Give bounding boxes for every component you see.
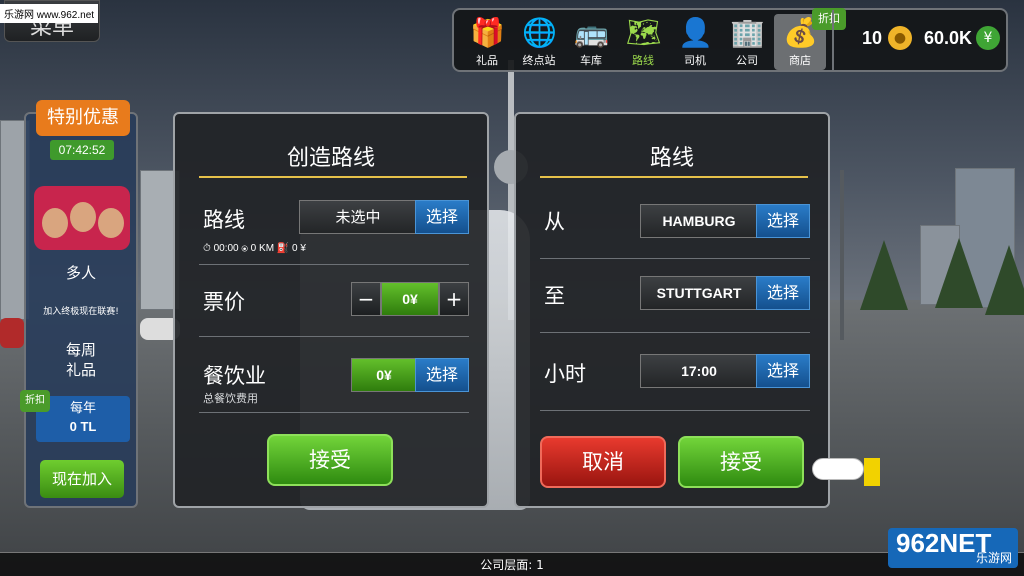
ticket-price-value: 0¥ xyxy=(381,282,439,316)
route-accept-button[interactable]: 接受 xyxy=(678,436,804,488)
route-select-button[interactable]: 选择 xyxy=(415,200,469,234)
nav-terminal[interactable]: 🌐 终点站 xyxy=(514,14,564,70)
yearly-offer-button[interactable]: 每年 0 TL xyxy=(36,396,130,442)
money-icon[interactable]: ¥ xyxy=(976,26,1000,50)
nav-label: 商店 xyxy=(789,54,811,67)
row-divider xyxy=(540,258,810,259)
street-lamp xyxy=(840,170,844,340)
weekly-gift[interactable]: 每周 礼品 xyxy=(26,340,136,380)
ticket-price-plus-button[interactable]: + xyxy=(439,282,469,316)
row-divider xyxy=(540,410,810,411)
special-offer-title[interactable]: 特别优惠 xyxy=(36,100,130,136)
character-face xyxy=(98,208,124,238)
character-face xyxy=(42,208,68,238)
multiplayer-image[interactable] xyxy=(34,186,130,250)
hour-label: 小时 xyxy=(544,362,586,386)
from-select-button[interactable]: 选择 xyxy=(756,204,810,238)
catering-value: 0¥ xyxy=(351,358,417,392)
nav-routes[interactable]: 🗺 路线 xyxy=(618,14,668,70)
car xyxy=(0,318,24,348)
weekly-gift-line2: 礼品 xyxy=(65,361,96,379)
to-label: 至 xyxy=(544,284,565,308)
title-underline xyxy=(199,176,467,178)
nav-label: 路线 xyxy=(632,54,654,67)
game-background xyxy=(0,0,1024,576)
terminal-icon: 🌐 xyxy=(522,16,557,49)
gift-icon: 🎁 xyxy=(470,16,505,49)
watermark-logo: 962NET 乐游网 xyxy=(888,528,1018,568)
row-divider xyxy=(199,412,469,413)
route-stats: ⏱ 00:00 ⦿ 0 KM ⛽ 0 ¥ xyxy=(203,243,306,254)
pointing-hand-icon xyxy=(812,452,880,488)
row-divider xyxy=(199,336,469,337)
join-now-button[interactable]: 现在加入 xyxy=(40,460,124,498)
panel-title: 路线 xyxy=(649,146,694,171)
ticket-price-minus-button[interactable]: − xyxy=(351,282,381,316)
title-underline xyxy=(540,176,808,178)
catering-label: 餐饮业 xyxy=(203,364,266,388)
driver-icon: 👤 xyxy=(678,16,713,49)
nav-label: 车库 xyxy=(580,54,602,67)
nav-divider xyxy=(832,10,834,70)
nav-company[interactable]: 🏢 公司 xyxy=(722,14,772,70)
coin-balance: 10 xyxy=(862,28,883,48)
yearly-label: 每年 xyxy=(69,401,96,416)
company-level-text: 公司层面: 1 xyxy=(480,558,544,572)
multiplayer-label: 多人 xyxy=(65,264,96,282)
coin-icon[interactable]: ● xyxy=(888,26,912,50)
nav-label: 司机 xyxy=(684,54,706,67)
weekly-gift-line1: 每周 xyxy=(65,341,96,359)
panel-title: 创造路线 xyxy=(286,146,375,171)
create-route-panel: 创造路线 路线 未选中 选择 ⏱ 00:00 ⦿ 0 KM ⛽ 0 ¥ 票价 −… xyxy=(173,112,489,508)
nav-garage[interactable]: 🚌 车库 xyxy=(566,14,616,70)
offer-timer: 07:42:52 xyxy=(50,140,114,160)
to-select-button[interactable]: 选择 xyxy=(756,276,810,310)
hand-cuff xyxy=(864,458,880,486)
route-panel: 路线 从 HAMBURG 选择 至 STUTTGART 选择 小时 17:00 … xyxy=(514,112,830,508)
nav-label: 公司 xyxy=(736,54,758,67)
tree xyxy=(935,238,983,308)
catering-select-button[interactable]: 选择 xyxy=(415,358,469,392)
ticket-price-label: 票价 xyxy=(203,290,245,314)
multiplayer-subtitle: 加入终极现在联赛! xyxy=(43,307,119,317)
nav-drivers[interactable]: 👤 司机 xyxy=(670,14,720,70)
bus-icon: 🚌 xyxy=(574,16,609,49)
company-icon: 🏢 xyxy=(730,16,765,49)
create-route-accept-button[interactable]: 接受 xyxy=(267,434,393,486)
hour-select-button[interactable]: 选择 xyxy=(756,354,810,388)
tree xyxy=(985,245,1024,315)
route-value-field[interactable]: 未选中 xyxy=(299,200,417,234)
from-city-field[interactable]: HAMBURG xyxy=(640,204,758,238)
map-icon: 🗺 xyxy=(626,16,662,49)
hand-palm xyxy=(812,458,864,480)
route-label: 路线 xyxy=(203,208,245,232)
tree xyxy=(860,240,908,310)
catering-subtitle: 总餐饮费用 xyxy=(203,392,258,405)
nav-label: 礼品 xyxy=(476,54,498,67)
yearly-price: 0 TL xyxy=(69,419,97,434)
shop-discount-badge: 折扣 xyxy=(812,8,846,30)
nav-gift[interactable]: 🎁 礼品 xyxy=(462,14,512,70)
watermark-logo-subtext: 乐游网 xyxy=(975,551,1012,565)
character-face xyxy=(70,202,96,232)
row-divider xyxy=(199,264,469,265)
to-city-field[interactable]: STUTTGART xyxy=(640,276,758,310)
row-divider xyxy=(540,332,810,333)
special-offer-panel: 特别优惠 07:42:52 多人 加入终极现在联赛! 每周 礼品 每年 0 TL… xyxy=(20,100,138,508)
nav-label: 终点站 xyxy=(522,54,556,67)
yearly-discount-badge: 折扣 xyxy=(20,390,50,412)
money-balance: 60.0K xyxy=(924,28,973,48)
bottom-status-bar: 公司层面: 1 xyxy=(0,552,1024,576)
from-label: 从 xyxy=(544,210,565,234)
watermark-site: 乐游网 www.962.net xyxy=(0,4,99,23)
hour-field[interactable]: 17:00 xyxy=(640,354,758,388)
top-nav-bar: 🎁 礼品 🌐 终点站 🚌 车库 🗺 路线 👤 司机 🏢 公司 💰 商店 折扣 1… xyxy=(452,8,1008,72)
route-cancel-button[interactable]: 取消 xyxy=(540,436,666,488)
